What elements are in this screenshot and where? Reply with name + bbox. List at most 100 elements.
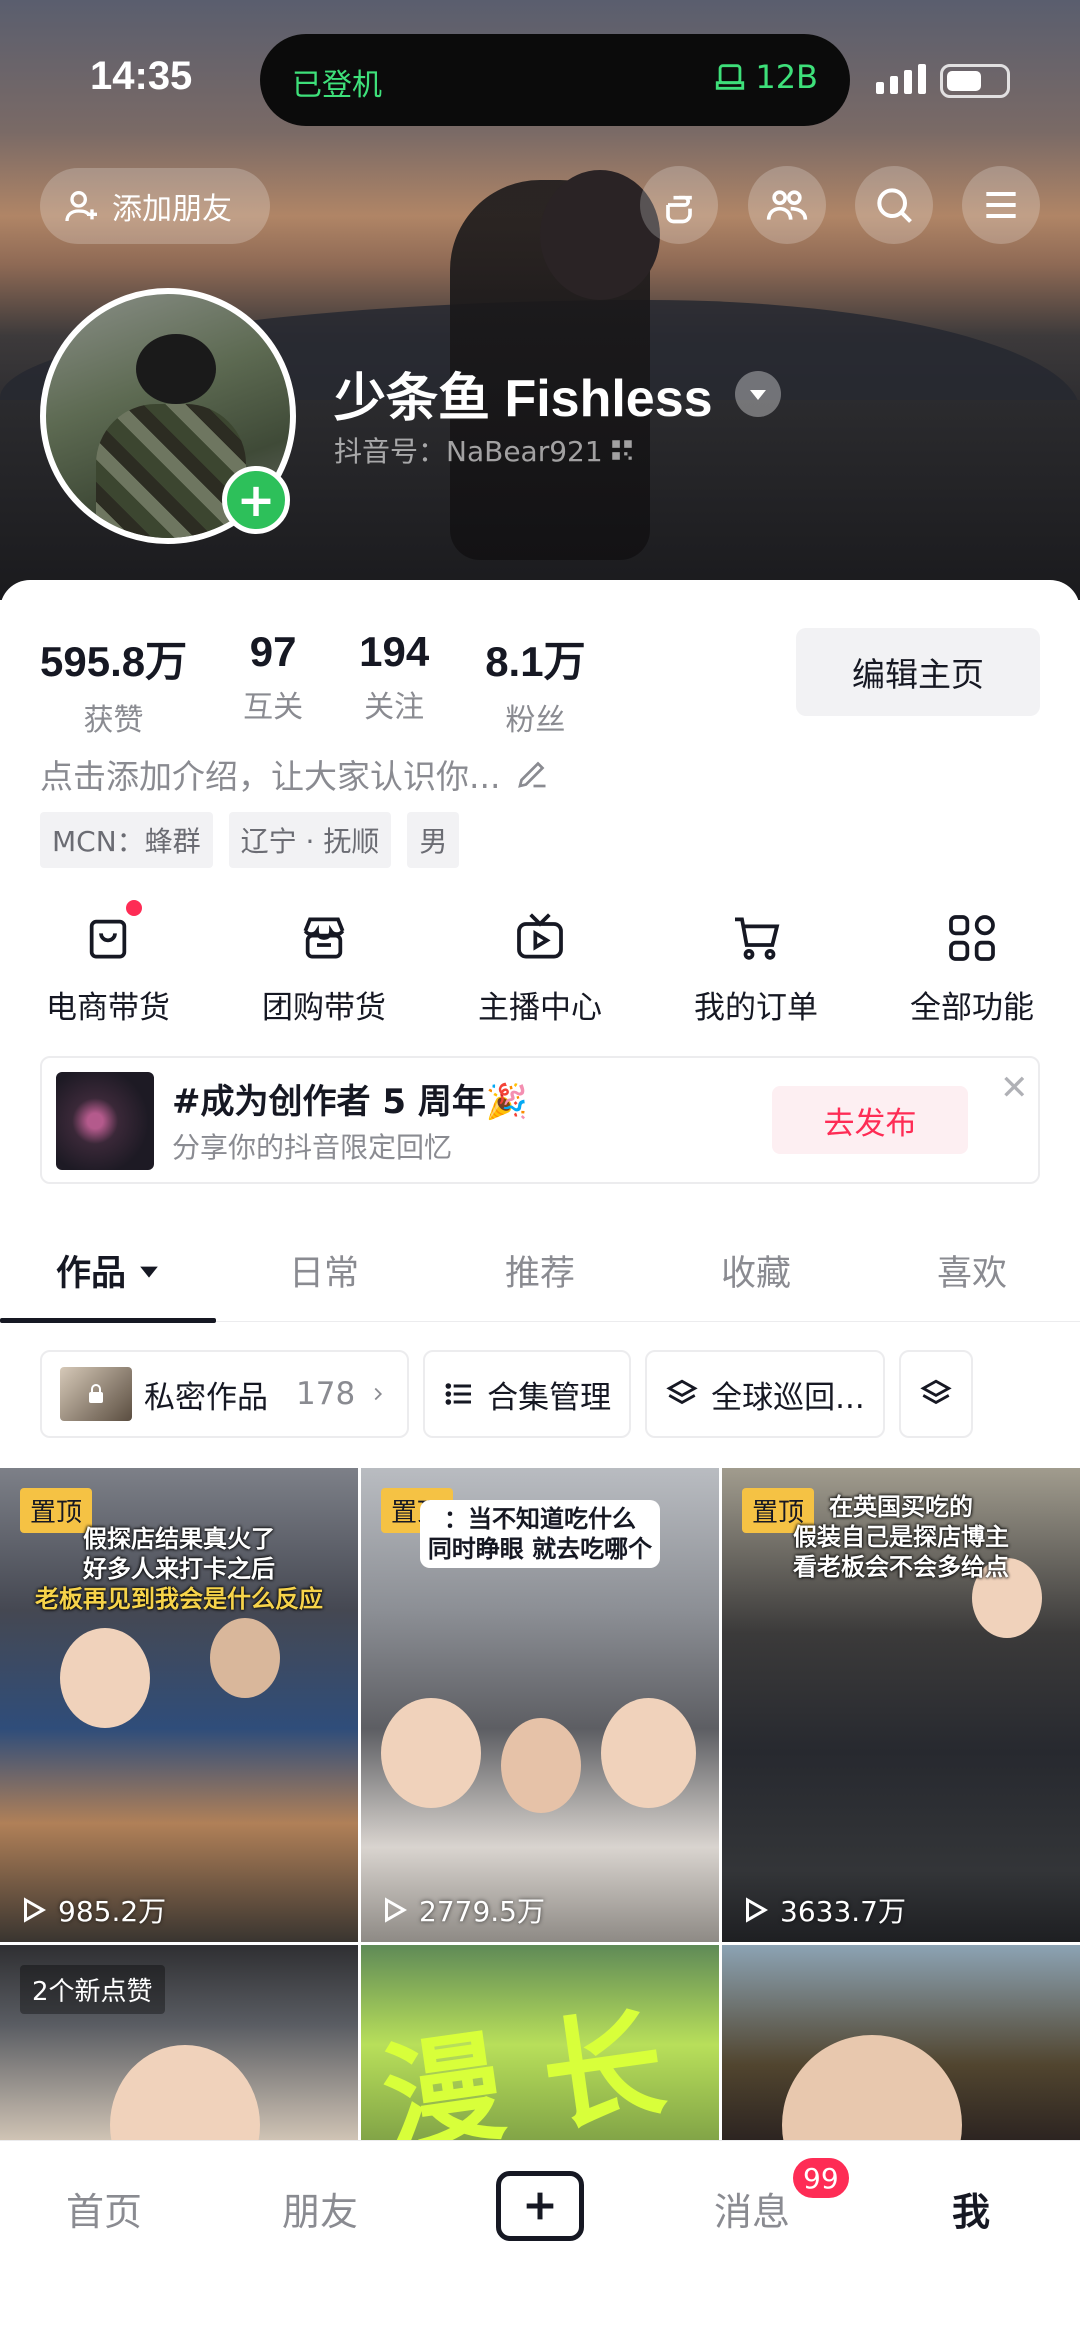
global-tour-chip[interactable]: 全球巡回... bbox=[645, 1350, 885, 1438]
play-count: 2779.5万 bbox=[379, 1890, 545, 1930]
feature-my-orders[interactable]: 我的订单 bbox=[648, 910, 864, 1027]
video-caption: ：当不知道吃什么 同时睁眼 就去吃哪个 bbox=[381, 1500, 699, 1568]
friends-button[interactable] bbox=[748, 166, 826, 244]
tags-row: MCN：蜂群 辽宁 · 抚顺 男 bbox=[40, 812, 460, 868]
add-friend-button[interactable]: 添加朋友 bbox=[40, 168, 270, 244]
works-filter-row: 私密作品 178 合集管理 全球巡回... bbox=[40, 1350, 1080, 1442]
tab-recommend[interactable]: 推荐 bbox=[432, 1220, 648, 1321]
seat-icon bbox=[716, 64, 745, 90]
private-works-label: 私密作品 bbox=[144, 1379, 268, 1416]
layers-icon bbox=[920, 1379, 952, 1405]
feature-streamer-center[interactable]: 主播中心 bbox=[432, 910, 648, 1027]
play-icon bbox=[746, 1897, 769, 1923]
search-icon bbox=[877, 188, 912, 223]
menu-icon bbox=[986, 191, 1016, 219]
island-status-text: 已登机 bbox=[292, 68, 382, 103]
list-icon bbox=[445, 1383, 472, 1405]
video-thumbnail[interactable]: 置顶 假探店结果真火了 好多人来打卡之后 老板再见到我会是什么反应 985.2万 bbox=[0, 1468, 358, 1942]
tab-favorites[interactable]: 收藏 bbox=[648, 1220, 864, 1321]
play-count: 985.2万 bbox=[18, 1890, 166, 1930]
profile-page: 14:35 已登机 12B 添加朋友 + 少条鱼 Fishless 抖音号：Na… bbox=[0, 0, 1080, 2347]
promo-thumbnail bbox=[56, 1072, 154, 1170]
stat-mutual[interactable]: 97 互关 bbox=[243, 628, 303, 739]
tab-likes[interactable]: 喜欢 bbox=[864, 1220, 1080, 1321]
add-user-icon bbox=[65, 191, 97, 222]
intro-text: 点击添加介绍，让大家认识你... bbox=[40, 757, 501, 796]
play-count: 3633.7万 bbox=[740, 1890, 906, 1930]
private-works-thumbnail bbox=[60, 1367, 132, 1421]
video-grid: 置顶 假探店结果真火了 好多人来打卡之后 老板再见到我会是什么反应 985.2万… bbox=[0, 1468, 1080, 2145]
tab-works[interactable]: 作品 bbox=[0, 1220, 216, 1323]
battery-icon bbox=[940, 64, 1010, 98]
plus-icon bbox=[526, 2192, 554, 2220]
hand-point-icon bbox=[666, 195, 692, 224]
nav-home[interactable]: 首页 bbox=[66, 2181, 142, 2236]
tag-gender: 男 bbox=[407, 812, 460, 868]
more-collection-chip[interactable] bbox=[898, 1350, 973, 1438]
nav-me[interactable]: 我 bbox=[952, 2181, 990, 2236]
nickname-row[interactable]: 少条鱼 Fishless bbox=[334, 356, 781, 431]
video-thumbnail[interactable]: 漫 长 bbox=[361, 1945, 719, 2145]
account-switch-button[interactable] bbox=[734, 370, 781, 417]
caret-down-icon bbox=[749, 389, 766, 400]
friends-icon bbox=[766, 190, 808, 220]
store-icon bbox=[303, 917, 345, 959]
lock-icon bbox=[89, 1384, 103, 1403]
douyin-id-row[interactable]: 抖音号：NaBear921 bbox=[334, 430, 635, 470]
feature-row: 电商带货 团购带货 主播中心 我的订单 全部功能 bbox=[0, 910, 1080, 1027]
video-caption: 在英国买吃的 假装自己是探店博主 看老板会不会多给点 bbox=[793, 1493, 1009, 1581]
tag-location: 辽宁 · 抚顺 bbox=[228, 812, 392, 868]
island-seat-text: 12B bbox=[755, 58, 818, 96]
creator-promo-banner[interactable]: #成为创作者 5 周年🎉 分享你的抖音限定回忆 去发布 ✕ bbox=[40, 1056, 1040, 1184]
stat-likes[interactable]: 595.8万 获赞 bbox=[40, 628, 187, 739]
avatar-add-icon[interactable]: + bbox=[222, 466, 290, 534]
search-button[interactable] bbox=[855, 166, 933, 244]
feature-ecommerce[interactable]: 电商带货 bbox=[0, 910, 216, 1027]
edit-profile-button[interactable]: 编辑主页 bbox=[796, 628, 1040, 716]
intro-row[interactable]: 点击添加介绍，让大家认识你... bbox=[40, 750, 550, 798]
caret-down-icon bbox=[140, 1266, 158, 1278]
pencil-icon bbox=[518, 761, 546, 788]
content-tabs: 作品 日常 推荐 收藏 喜欢 bbox=[0, 1220, 1080, 1323]
feature-all-functions[interactable]: 全部功能 bbox=[864, 910, 1080, 1027]
tag-mcn: MCN：蜂群 bbox=[40, 812, 213, 868]
qrcode-icon bbox=[611, 440, 632, 460]
video-caption: 假探店结果真火了 好多人来打卡之后 老板再见到我会是什么反应 bbox=[35, 1525, 323, 1613]
feature-group-buy[interactable]: 团购带货 bbox=[216, 910, 432, 1027]
messages-badge: 99 bbox=[790, 2155, 852, 2201]
status-time: 14:35 bbox=[90, 54, 193, 98]
private-works-chip[interactable]: 私密作品 178 bbox=[40, 1350, 410, 1438]
stats-row: 595.8万 获赞 97 互关 194 关注 8.1万 粉丝 bbox=[40, 628, 642, 739]
video-thumbnail[interactable] bbox=[722, 1945, 1080, 2145]
chevron-right-icon bbox=[374, 1387, 383, 1401]
tab-daily[interactable]: 日常 bbox=[216, 1220, 432, 1321]
close-icon[interactable]: ✕ bbox=[1000, 1068, 1029, 1108]
signal-icon bbox=[876, 64, 926, 94]
play-icon bbox=[24, 1897, 47, 1923]
nav-messages[interactable]: 消息 bbox=[714, 2181, 790, 2236]
promo-publish-button[interactable]: 去发布 bbox=[772, 1086, 968, 1154]
cart-icon bbox=[735, 917, 780, 960]
bottom-nav: 首页 朋友 消息 99 我 bbox=[0, 2140, 1080, 2347]
video-thumbnail[interactable]: 2个新点赞 bbox=[0, 1945, 358, 2145]
shopping-bag-icon bbox=[89, 919, 127, 959]
stat-followers[interactable]: 8.1万 粉丝 bbox=[485, 628, 585, 739]
play-icon bbox=[385, 1897, 408, 1923]
video-thumbnail[interactable]: 置顶 在英国买吃的 假装自己是探店博主 看老板会不会多给点 3633.7万 bbox=[722, 1468, 1080, 1942]
private-works-count: 178 bbox=[296, 1376, 356, 1412]
nav-friends[interactable]: 朋友 bbox=[282, 2181, 358, 2236]
promo-subtitle: 分享你的抖音限定回忆 bbox=[172, 1131, 453, 1164]
hand-point-button[interactable] bbox=[640, 166, 718, 244]
tv-play-icon bbox=[517, 913, 563, 959]
thumbnail-graphic: 漫 长 bbox=[374, 1994, 673, 2145]
video-thumbnail[interactable]: 置顶 ：当不知道吃什么 同时睁眼 就去吃哪个 2779.5万 bbox=[361, 1468, 719, 1942]
collection-manage-chip[interactable]: 合集管理 bbox=[423, 1350, 632, 1438]
status-bar: 14:35 已登机 12B bbox=[0, 30, 1080, 130]
publish-button[interactable] bbox=[496, 2171, 584, 2241]
layers-icon bbox=[666, 1379, 698, 1405]
menu-button[interactable] bbox=[962, 166, 1040, 244]
add-friend-label: 添加朋友 bbox=[112, 192, 232, 227]
stat-following[interactable]: 194 关注 bbox=[359, 628, 429, 739]
dynamic-island: 已登机 12B bbox=[260, 34, 850, 126]
nickname: 少条鱼 Fishless bbox=[334, 370, 713, 428]
